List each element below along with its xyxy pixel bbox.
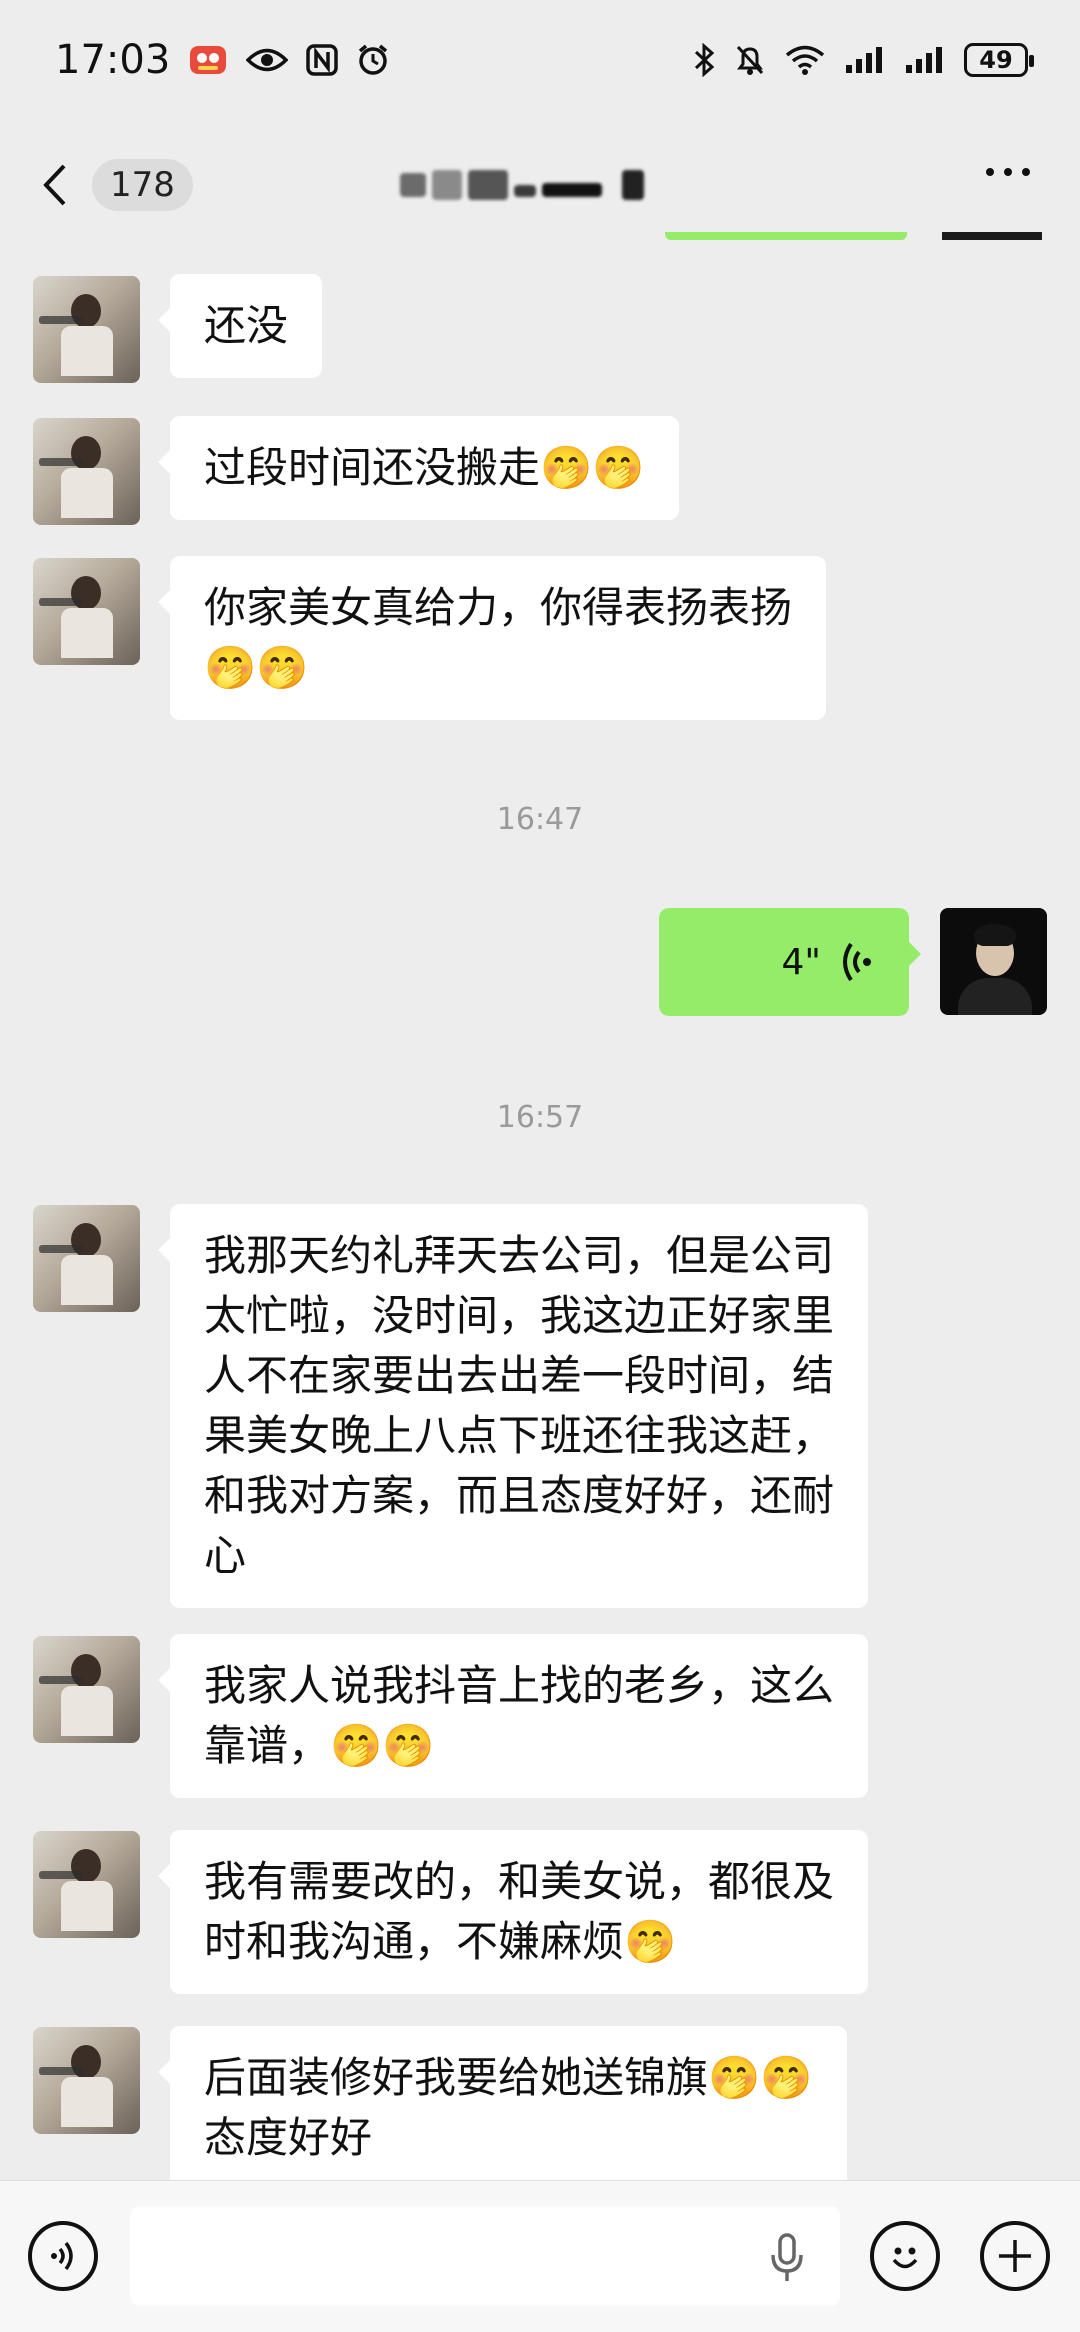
message-bubble[interactable]: 你家美女真给力，你得表扬表扬 🤭🤭 bbox=[157, 556, 827, 720]
message-text-input[interactable] bbox=[130, 2206, 840, 2306]
voice-wave-icon bbox=[51, 2241, 73, 2271]
wifi-icon bbox=[784, 44, 826, 76]
redacted-name bbox=[400, 173, 426, 197]
contact-avatar[interactable] bbox=[33, 1636, 140, 1743]
chat-header: 178 bbox=[0, 130, 1080, 240]
nfc-icon bbox=[306, 44, 339, 76]
voice-duration: 4" bbox=[781, 941, 821, 983]
redacted-name bbox=[542, 183, 602, 197]
contact-avatar[interactable] bbox=[33, 1205, 140, 1312]
mute-bell-icon bbox=[734, 43, 766, 77]
smile-icon bbox=[892, 2247, 918, 2269]
message-bubble[interactable]: 我那天约礼拜天去公司，但是公司 太忙啦，没时间，我这边正好家里 人不在家要出去出… bbox=[157, 1204, 869, 1608]
my-avatar[interactable] bbox=[940, 908, 1047, 1015]
back-button[interactable] bbox=[40, 155, 80, 215]
more-actions-button[interactable] bbox=[980, 2221, 1050, 2291]
chat-input-bar bbox=[0, 2180, 1080, 2332]
previous-message-edge bbox=[665, 232, 907, 240]
message-timestamp: 16:47 bbox=[496, 802, 584, 837]
emoji-button[interactable] bbox=[870, 2221, 940, 2291]
dot-icon bbox=[1022, 168, 1030, 176]
chevron-left-icon bbox=[43, 164, 66, 206]
dot-icon bbox=[1004, 168, 1012, 176]
contact-avatar[interactable] bbox=[33, 2027, 140, 2134]
redacted-name bbox=[514, 185, 536, 197]
unread-count-badge[interactable]: 178 bbox=[92, 159, 193, 211]
status-bar: 17:03 49 bbox=[0, 0, 1080, 120]
contact-avatar[interactable] bbox=[33, 558, 140, 665]
chat-title bbox=[400, 162, 680, 208]
alarm-icon bbox=[356, 43, 390, 77]
plus-icon bbox=[999, 2240, 1031, 2272]
contact-avatar[interactable] bbox=[33, 276, 140, 383]
more-options-button[interactable] bbox=[986, 168, 1030, 176]
voice-wave-icon bbox=[843, 942, 871, 982]
message-bubble[interactable]: 我有需要改的，和美女说，都很及 时和我沟通，不嫌麻烦🤭 bbox=[157, 1830, 869, 1994]
voice-message-bubble[interactable]: 4" bbox=[659, 908, 921, 1016]
status-time: 17:03 bbox=[55, 37, 171, 83]
battery-indicator: 49 bbox=[964, 43, 1034, 77]
redacted-name bbox=[432, 170, 462, 200]
contact-avatar[interactable] bbox=[33, 1831, 140, 1938]
redacted-name bbox=[622, 170, 644, 200]
dot-icon bbox=[986, 168, 994, 176]
redacted-name bbox=[468, 170, 508, 200]
voice-input-toggle-button[interactable] bbox=[28, 2221, 98, 2291]
previous-avatar-edge bbox=[942, 232, 1042, 240]
signal-icon bbox=[904, 45, 946, 75]
message-bubble[interactable]: 还没 bbox=[157, 274, 323, 378]
contact-avatar[interactable] bbox=[33, 418, 140, 525]
bluetooth-icon bbox=[692, 43, 716, 77]
message-bubble[interactable]: 过段时间还没搬走🤭🤭 bbox=[158, 416, 679, 520]
eye-icon bbox=[246, 45, 289, 75]
app-notification-icon bbox=[188, 42, 228, 78]
message-bubble[interactable]: 我家人说我抖音上找的老乡，这么 靠谱，🤭🤭 bbox=[157, 1634, 869, 1798]
microphone-icon[interactable] bbox=[770, 2233, 804, 2287]
signal-icon bbox=[844, 45, 886, 75]
message-bubble[interactable]: 后面装修好我要给她送锦旗🤭🤭 态度好好 bbox=[158, 2026, 847, 2190]
message-timestamp: 16:57 bbox=[496, 1100, 584, 1135]
